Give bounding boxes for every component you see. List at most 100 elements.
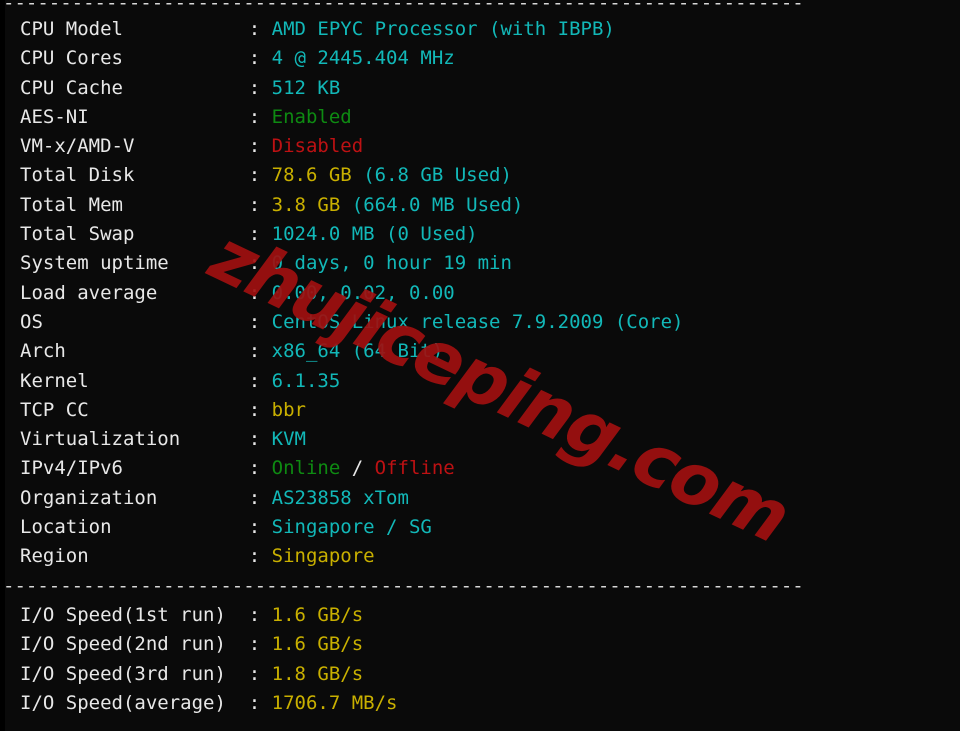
sysinfo-row: Virtualization : KVM [0, 425, 960, 454]
sysinfo-value: 78.6 GB [271, 164, 352, 187]
sysinfo-label: OS [20, 310, 249, 333]
sysinfo-row: Total Mem : 3.8 GB (664.0 MB Used) [0, 191, 960, 220]
sysinfo-row: Arch : x86_64 (64 Bit) [0, 337, 960, 366]
colon-separator: : [248, 223, 272, 246]
iospeed-value: 1.6 GB/s [271, 633, 364, 656]
iospeed-label: I/O Speed(3rd run) [20, 662, 249, 685]
colon-separator: : [248, 486, 272, 509]
colon-separator: : [248, 457, 272, 480]
sysinfo-value: AMD EPYC Processor (with IBPB) [271, 18, 615, 40]
sysinfo-value: 4 @ 2445.404 MHz [271, 47, 455, 70]
sysinfo-row: AES-NI : Enabled [0, 103, 960, 132]
sysinfo-label: System uptime [20, 252, 249, 275]
sysinfo-row: Total Disk : 78.6 GB (6.8 GB Used) [0, 161, 960, 190]
sysinfo-label: Load average [20, 281, 249, 304]
sysinfo-value: Enabled [271, 105, 352, 128]
sysinfo-value: Singapore [271, 545, 375, 568]
colon-separator: : [248, 516, 272, 539]
sysinfo-label: Total Swap [20, 223, 249, 246]
iospeed-value: 1706.7 MB/s [271, 691, 398, 714]
terminal-left-gutter [0, 0, 5, 731]
sysinfo-row: Load average : 0.00, 0.02, 0.00 [0, 279, 960, 308]
sysinfo-row: CPU Model : AMD EPYC Processor (with IBP… [0, 15, 960, 44]
iospeed-row: I/O Speed(average) : 1706.7 MB/s [0, 689, 960, 718]
colon-separator: : [248, 340, 272, 363]
colon-separator: : [248, 603, 272, 626]
sysinfo-row: Total Swap : 1024.0 MB (0 Used) [0, 220, 960, 249]
colon-separator: : [248, 310, 272, 333]
separator-line-middle: ----------------------------------------… [3, 574, 804, 597]
value-separator: / [340, 457, 375, 480]
colon-separator: : [248, 47, 272, 70]
sysinfo-value: 3.8 GB [271, 193, 341, 216]
system-info-block: CPU Model : AMD EPYC Processor (with IBP… [0, 15, 960, 572]
sysinfo-value: CentOS Linux release 7.9.2009 (Core) [271, 310, 684, 333]
sysinfo-label: VM-x/AMD-V [20, 135, 249, 158]
sysinfo-value: Online [271, 457, 341, 480]
sysinfo-row: Organization : AS23858 xTom [0, 484, 960, 513]
sysinfo-row: Location : Singapore / SG [0, 513, 960, 542]
iospeed-value: 1.8 GB/s [271, 662, 364, 685]
colon-separator: : [248, 398, 272, 421]
sysinfo-value: Disabled [271, 135, 364, 158]
iospeed-value: 1.6 GB/s [271, 603, 364, 626]
iospeed-row: I/O Speed(3rd run) : 1.8 GB/s [0, 660, 960, 689]
terminal-output: ----------------------------------------… [0, 0, 960, 731]
separator-line-top: ----------------------------------------… [3, 0, 804, 14]
sysinfo-label: Total Disk [20, 164, 249, 187]
sysinfo-value-secondary: (6.8 GB Used) [351, 164, 512, 187]
colon-separator: : [248, 281, 272, 304]
sysinfo-row: Region : Singapore [0, 542, 960, 571]
sysinfo-value: bbr [271, 398, 306, 421]
sysinfo-row: CPU Cores : 4 @ 2445.404 MHz [0, 44, 960, 73]
sysinfo-label: CPU Model [20, 18, 249, 40]
iospeed-label: I/O Speed(1st run) [20, 603, 249, 626]
colon-separator: : [248, 76, 272, 99]
sysinfo-label: Kernel [20, 369, 249, 392]
colon-separator: : [248, 105, 272, 128]
colon-separator: : [248, 252, 272, 275]
sysinfo-label: Region [20, 545, 249, 568]
sysinfo-row: VM-x/AMD-V : Disabled [0, 132, 960, 161]
sysinfo-label: Arch [20, 340, 249, 363]
sysinfo-value-secondary: Offline [374, 457, 455, 480]
sysinfo-value: AS23858 xTom [271, 486, 409, 509]
sysinfo-label: Location [20, 516, 249, 539]
sysinfo-value: 0 days, 0 hour 19 min [271, 252, 512, 275]
sysinfo-row: TCP CC : bbr [0, 396, 960, 425]
sysinfo-row: OS : CentOS Linux release 7.9.2009 (Core… [0, 308, 960, 337]
iospeed-row: I/O Speed(2nd run) : 1.6 GB/s [0, 630, 960, 659]
colon-separator: : [248, 428, 272, 451]
sysinfo-label: Virtualization [20, 428, 249, 451]
terminal-screen: ----------------------------------------… [0, 0, 960, 731]
sysinfo-label: CPU Cache [20, 76, 249, 99]
sysinfo-value: 0.00, 0.02, 0.00 [271, 281, 455, 304]
colon-separator: : [248, 18, 272, 40]
sysinfo-row: IPv4/IPv6 : Online / Offline [0, 454, 960, 483]
sysinfo-label: CPU Cores [20, 47, 249, 70]
sysinfo-value-secondary: (664.0 MB Used) [340, 193, 524, 216]
colon-separator: : [248, 545, 272, 568]
colon-separator: : [248, 369, 272, 392]
sysinfo-value: 6.1.35 [271, 369, 341, 392]
sysinfo-label: IPv4/IPv6 [20, 457, 249, 480]
separator-line-bottom: ----------------------------------------… [0, 718, 960, 731]
sysinfo-label: Organization [20, 486, 249, 509]
sysinfo-value: Singapore / SG [271, 516, 432, 539]
sysinfo-value: 1024.0 MB (0 Used) [271, 223, 478, 246]
sysinfo-value: 512 KB [271, 76, 341, 99]
sysinfo-row: Kernel : 6.1.35 [0, 367, 960, 396]
iospeed-label: I/O Speed(average) [20, 691, 249, 714]
sysinfo-label: Total Mem [20, 193, 249, 216]
sysinfo-label: AES-NI [20, 105, 249, 128]
iospeed-label: I/O Speed(2nd run) [20, 633, 249, 656]
colon-separator: : [248, 164, 272, 187]
colon-separator: : [248, 135, 272, 158]
colon-separator: : [248, 691, 272, 714]
sysinfo-value: x86_64 (64 Bit) [271, 340, 444, 363]
iospeed-row: I/O Speed(1st run) : 1.6 GB/s [0, 601, 960, 630]
io-speed-block: I/O Speed(1st run) : 1.6 GB/s I/O Speed(2… [0, 601, 960, 718]
colon-separator: : [248, 662, 272, 685]
colon-separator: : [248, 633, 272, 656]
sysinfo-row: CPU Cache : 512 KB [0, 74, 960, 103]
